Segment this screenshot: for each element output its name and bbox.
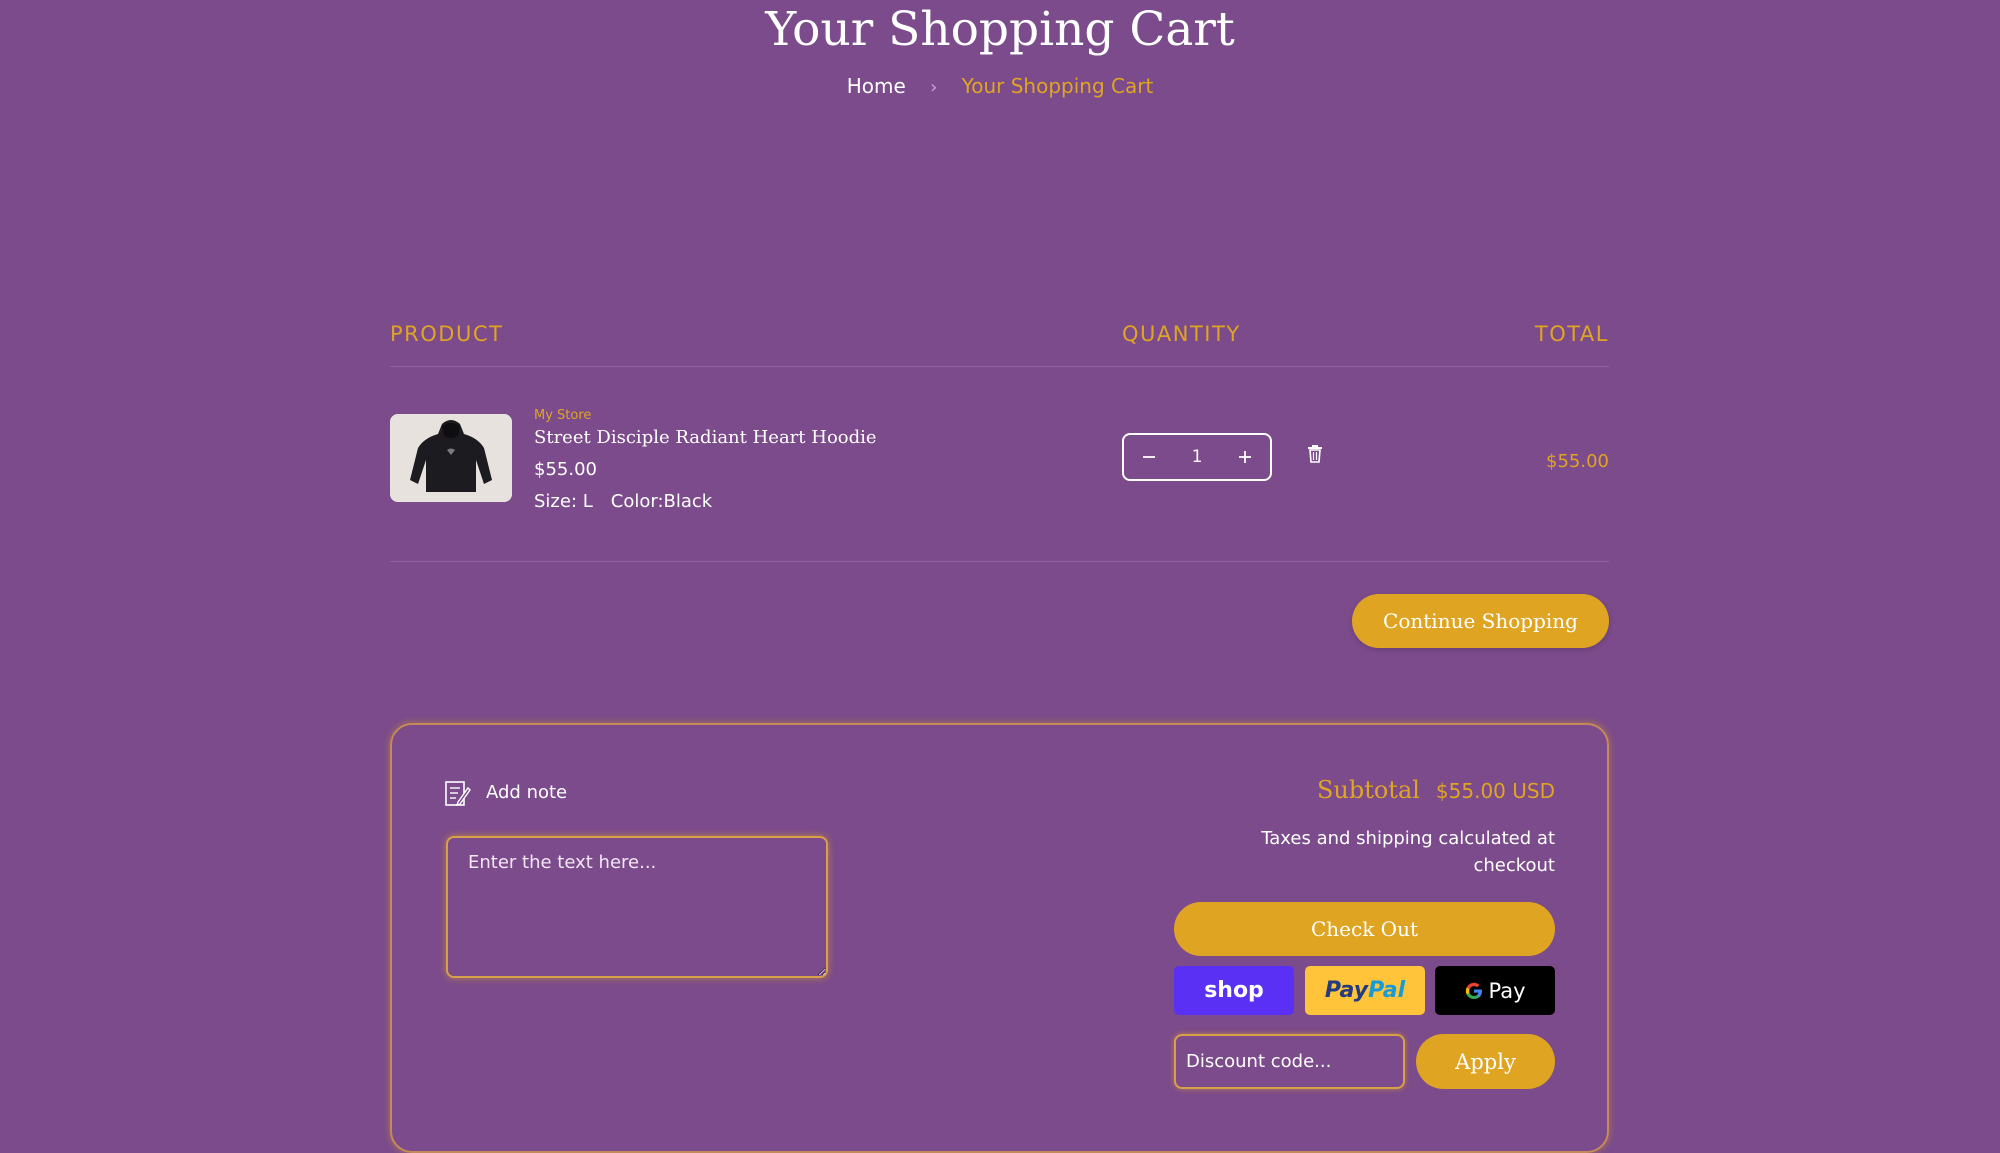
continue-shopping-button[interactable]: Continue Shopping	[1352, 594, 1609, 648]
tax-shipping-note: Taxes and shipping calculated at checkou…	[1261, 828, 1555, 876]
product-variants: Size: L Color:Black	[534, 491, 730, 512]
product-vendor: My Store	[534, 408, 592, 423]
line-item-total: $55.00	[1546, 451, 1609, 472]
decrease-quantity-button[interactable]	[1138, 446, 1160, 468]
order-note-textarea[interactable]	[446, 836, 828, 978]
shop-pay-button[interactable]: shop	[1174, 966, 1294, 1015]
apply-discount-button[interactable]: Apply	[1416, 1034, 1555, 1089]
add-note-label[interactable]: Add note	[486, 782, 567, 803]
subtotal-value: $55.00 USD	[1435, 779, 1555, 803]
google-pay-button[interactable]: Pay	[1435, 966, 1555, 1015]
google-g-icon	[1466, 982, 1483, 999]
subtotal-row: Subtotal $55.00 USD	[1317, 776, 1555, 804]
trash-icon	[1308, 445, 1322, 463]
product-column-header: PRODUCT	[390, 322, 504, 346]
variant-size: Size: L	[534, 491, 593, 512]
page-title: Your Shopping Cart	[765, 2, 1235, 57]
plus-icon	[1238, 451, 1251, 463]
note-icon	[444, 780, 471, 807]
minus-icon	[1143, 456, 1155, 458]
quantity-column-header: QUANTITY	[1122, 322, 1241, 346]
shop-pay-logo: shop	[1204, 978, 1264, 1003]
breadcrumb: Home › Your Shopping Cart	[0, 74, 2000, 98]
checkout-button[interactable]: Check Out	[1174, 902, 1555, 956]
increase-quantity-button[interactable]	[1234, 446, 1256, 468]
discount-code-input[interactable]	[1174, 1034, 1405, 1089]
black-hoodie-image	[390, 414, 512, 502]
variant-color: Color:Black	[610, 491, 713, 512]
remove-item-button[interactable]	[1306, 444, 1324, 464]
product-price: $55.00	[534, 459, 597, 480]
quantity-value[interactable]: 1	[1192, 447, 1203, 467]
paypal-logo-pal: Pal	[1368, 978, 1406, 1003]
item-divider	[390, 561, 1609, 562]
product-name-link[interactable]: Street Disciple Radiant Heart Hoodie	[534, 427, 877, 448]
breadcrumb-current: Your Shopping Cart	[961, 74, 1154, 98]
header-divider	[390, 366, 1609, 367]
total-column-header: TOTAL	[1534, 322, 1609, 346]
subtotal-label: Subtotal	[1316, 776, 1420, 804]
paypal-logo-pay: Pay	[1324, 978, 1369, 1003]
google-pay-label: Pay	[1488, 978, 1526, 1003]
breadcrumb-home-link[interactable]: Home	[847, 74, 906, 98]
product-image[interactable]	[390, 414, 512, 502]
paypal-button[interactable]: Pay Pal	[1305, 966, 1425, 1015]
quantity-stepper[interactable]: 1	[1122, 433, 1272, 481]
breadcrumb-separator: ›	[930, 77, 938, 98]
